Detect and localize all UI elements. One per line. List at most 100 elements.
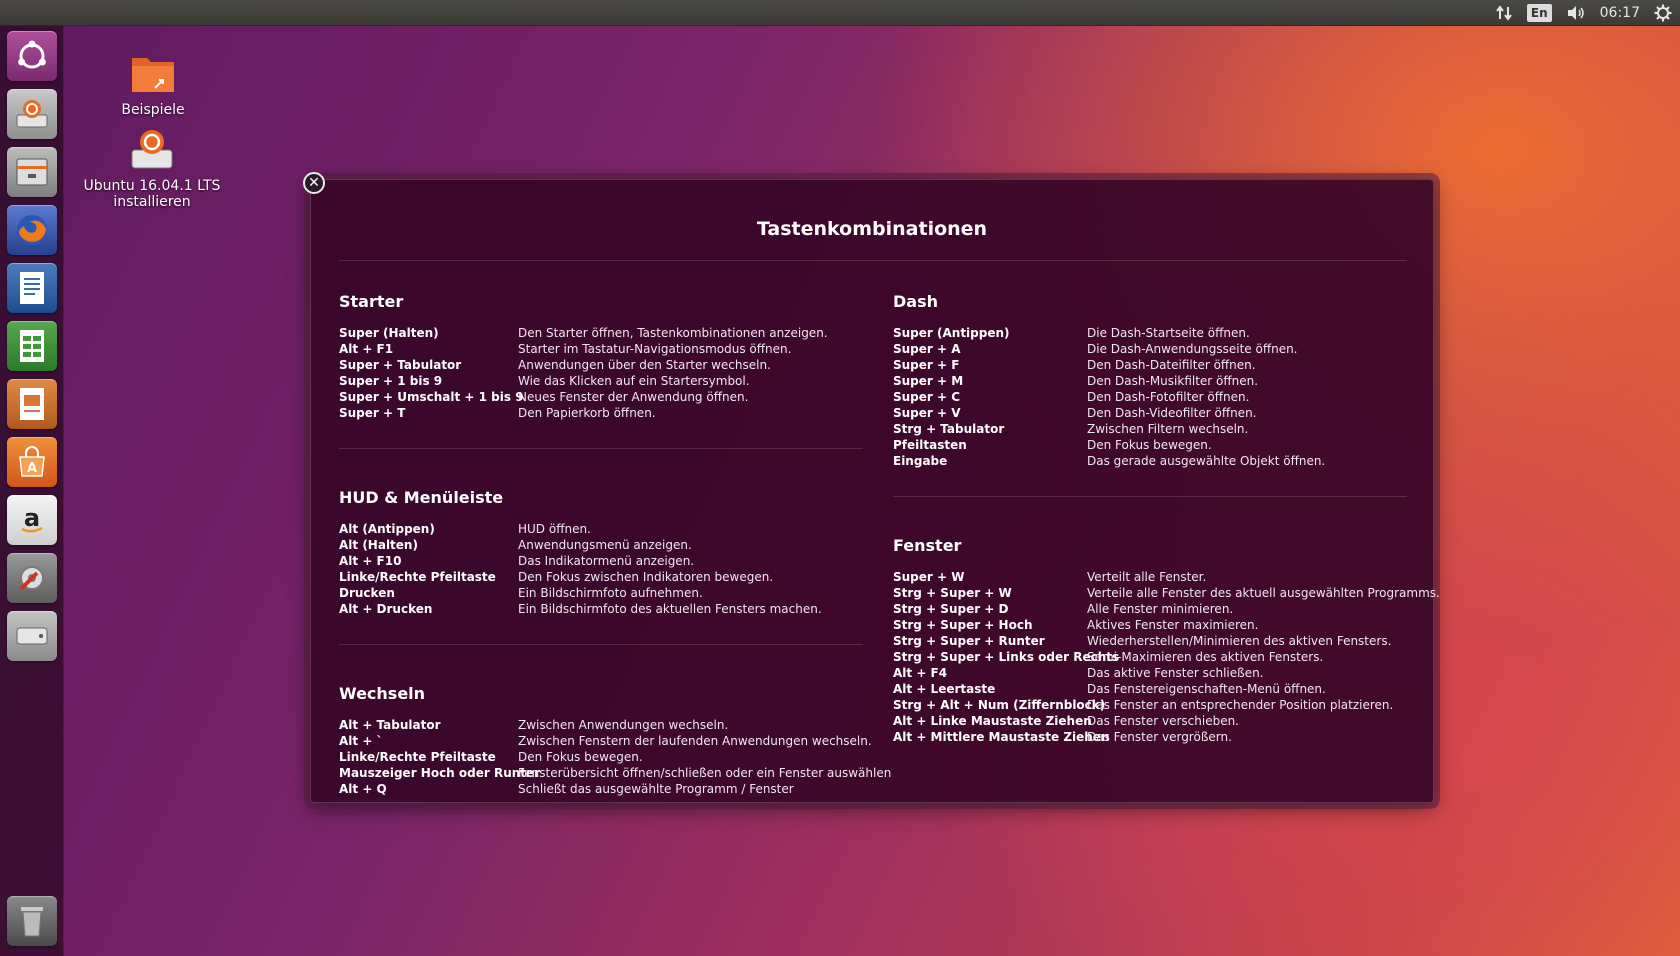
shortcut-overlay: Tastenkombinationen Starter Super (Halten… <box>310 179 1440 803</box>
shortcut-description: Ein Bildschirmfoto aufnehmen. <box>518 586 703 600</box>
section-heading: Wechseln <box>339 684 426 703</box>
files-icon[interactable] <box>7 147 57 197</box>
shortcut-key: Pfeiltasten <box>893 438 967 452</box>
shortcut-row: Alt + Drucken Ein Bildschirmfoto des aktu… <box>339 601 863 617</box>
shortcut-description: Das Indikatormenü anzeigen. <box>518 554 695 568</box>
section-heading: Dash <box>893 292 938 311</box>
shortcut-row: Alt + F4 Das aktive Fenster schließen. <box>893 665 1407 681</box>
shortcut-row: Alt + Leertaste Das Fenstereigenschaften-… <box>893 681 1407 697</box>
network-icon[interactable] <box>1495 0 1513 26</box>
section-heading: Starter <box>339 292 404 311</box>
calc-icon[interactable] <box>7 321 57 371</box>
shortcut-row: Super + Umschalt + 1 bis 9 Neues Fenster … <box>339 389 863 405</box>
close-icon: ✕ <box>308 175 320 191</box>
shortcut-row: Alt + F10 Das Indikatormenü anzeigen. <box>339 553 863 569</box>
shortcut-key: Alt + Linke Maustaste Ziehen <box>893 714 1092 728</box>
system-gear-icon[interactable] <box>1654 0 1672 26</box>
shortcut-key: Super + T <box>339 406 406 420</box>
desktop-icon-install-ubuntu[interactable]: Ubuntu 16.04.1 LTS installieren <box>82 126 222 210</box>
keyboard-layout-indicator[interactable]: En <box>1526 0 1552 26</box>
shortcut-row: Alt + F1 Starter im Tastatur-Navigationsm… <box>339 341 863 357</box>
clock-time: 06:17 <box>1599 4 1640 21</box>
folder-icon <box>129 50 177 96</box>
shortcut-row: Super + C Den Dash-Fotofilter öffnen. <box>893 389 1407 405</box>
shortcut-row: Super + V Den Dash-Videofilter öffnen. <box>893 405 1407 421</box>
shortcut-key: Strg + Alt + Num (Ziffernblock) <box>893 698 1106 712</box>
shortcut-row: Alt (Halten) Anwendungsmenü anzeigen. <box>339 537 863 553</box>
shortcut-row: Super + F Den Dash-Dateifilter öffnen. <box>893 357 1407 373</box>
shortcut-description: Den Fokus bewegen. <box>1087 438 1212 452</box>
shortcut-description: Den Papierkorb öffnen. <box>518 406 656 420</box>
shortcut-key: Super + M <box>893 374 964 388</box>
shortcut-section: HUD & Menüleiste Alt (Antippen) HUD öffnen… <box>339 488 863 617</box>
impress-icon[interactable] <box>7 379 57 429</box>
shortcut-key: Super + V <box>893 406 961 420</box>
shortcut-description: Die Dash-Anwendungsseite öffnen. <box>1087 342 1298 356</box>
shortcut-description: Verteilt alle Fenster. <box>1087 570 1207 584</box>
shortcut-key: Super + W <box>893 570 965 584</box>
section-heading: Fenster <box>893 536 962 555</box>
shortcut-row: Mauszeiger Hoch oder Runter Fensterübersi… <box>339 765 891 781</box>
system-settings-icon[interactable] <box>7 553 57 603</box>
shortcut-description: Das gerade ausgewählte Objekt öffnen. <box>1087 454 1326 468</box>
shortcut-description: Semi-Maximieren des aktiven Fensters. <box>1087 650 1324 664</box>
shortcut-row: Eingabe Das gerade ausgewählte Objekt öff… <box>893 453 1407 469</box>
shortcut-description: Das Fenster vergrößern. <box>1087 730 1232 744</box>
volume-icon[interactable] <box>1566 0 1586 26</box>
shortcut-section: Starter Super (Halten) Den Starter öffnen,… <box>339 292 863 421</box>
firefox-icon[interactable] <box>7 205 57 255</box>
desktop-icon-beispiele[interactable]: Beispiele <box>83 50 223 118</box>
shortcut-key: Alt + ` <box>339 734 383 748</box>
shortcut-key: Super + F <box>893 358 960 372</box>
shortcut-section: Dash Super (Antippen) Die Dash-Startseite … <box>893 292 1407 469</box>
shortcut-key: Alt (Halten) <box>339 538 418 552</box>
shortcut-key: Alt + F1 <box>339 342 394 356</box>
shortcut-description: Das Fenstereigenschaften-Menü öffnen. <box>1087 682 1326 696</box>
shortcut-description: Das aktive Fenster schließen. <box>1087 666 1264 680</box>
shortcut-description: Das Fenster an entsprechender Position p… <box>1087 698 1394 712</box>
software-center-icon[interactable]: A <box>7 437 57 487</box>
desktop-icon-label: Ubuntu 16.04.1 LTS installieren <box>83 178 221 210</box>
shortcut-row: Super (Antippen) Die Dash-Startseite öffn… <box>893 325 1407 341</box>
shortcut-key: Strg + Super + Links oder Rechts <box>893 650 1120 664</box>
shortcut-row: Alt + Tabulator Zwischen Anwendungen wech… <box>339 717 863 733</box>
shortcut-row: Super + A Die Dash-Anwendungsseite öffnen… <box>893 341 1407 357</box>
shortcut-description: Alle Fenster minimieren. <box>1087 602 1234 616</box>
shortcut-description: Verteile alle Fenster des aktuell ausgew… <box>1087 586 1440 600</box>
drive-icon[interactable] <box>7 611 57 661</box>
shortcut-key: Alt + Drucken <box>339 602 433 616</box>
shortcut-row: Pfeiltasten Den Fokus bewegen. <box>893 437 1407 453</box>
shortcut-key: Strg + Super + Runter <box>893 634 1045 648</box>
shortcut-key: Alt + Leertaste <box>893 682 996 696</box>
shortcut-description: HUD öffnen. <box>518 522 591 536</box>
shortcut-description: Ein Bildschirmfoto des aktuellen Fenster… <box>518 602 822 616</box>
install-ubuntu-icon[interactable] <box>7 89 57 139</box>
trash-icon[interactable] <box>7 896 57 946</box>
shortcut-description: Die Dash-Startseite öffnen. <box>1087 326 1250 340</box>
shortcut-description: Fensterübersicht öffnen/schließen oder e… <box>518 766 892 780</box>
shortcut-key: Linke/Rechte Pfeiltaste <box>339 570 496 584</box>
shortcut-row: Alt + Mittlere Maustaste Ziehen Das Fenst… <box>893 729 1407 745</box>
shortcut-key: Alt + Mittlere Maustaste Ziehen <box>893 730 1110 744</box>
close-button[interactable]: ✕ <box>303 172 325 194</box>
shortcut-row: Linke/Rechte Pfeiltaste Den Fokus bewegen… <box>339 749 863 765</box>
shortcut-key: Alt + F10 <box>339 554 402 568</box>
shortcut-description: Anwendungen über den Starter wechseln. <box>518 358 771 372</box>
amazon-icon[interactable]: a <box>7 495 57 545</box>
shortcut-row: Super + T Den Papierkorb öffnen. <box>339 405 863 421</box>
ubuntu-dash-icon[interactable] <box>7 31 57 81</box>
shortcut-key: Strg + Super + Hoch <box>893 618 1033 632</box>
shortcut-section: Wechseln Alt + Tabulator Zwischen Anwendun… <box>339 684 891 797</box>
shortcut-key: Alt + F4 <box>893 666 948 680</box>
title-separator <box>339 260 1407 261</box>
shortcut-row: Drucken Ein Bildschirmfoto aufnehmen. <box>339 585 863 601</box>
shortcut-section: Fenster Super + W Verteilt alle Fenster. St… <box>893 536 1440 745</box>
clock[interactable]: 06:17 <box>1600 0 1640 26</box>
shortcut-row: Strg + Super + W Verteile alle Fenster de… <box>893 585 1440 601</box>
section-heading: HUD & Menüleiste <box>339 488 504 507</box>
shortcut-row: Strg + Super + D Alle Fenster minimieren. <box>893 601 1407 617</box>
left-column: Starter Super (Halten) Den Starter öffnen,… <box>339 292 891 797</box>
writer-icon[interactable] <box>7 263 57 313</box>
shortcut-key: Super + C <box>893 390 961 404</box>
right-column: Dash Super (Antippen) Die Dash-Startseite … <box>893 292 1440 745</box>
